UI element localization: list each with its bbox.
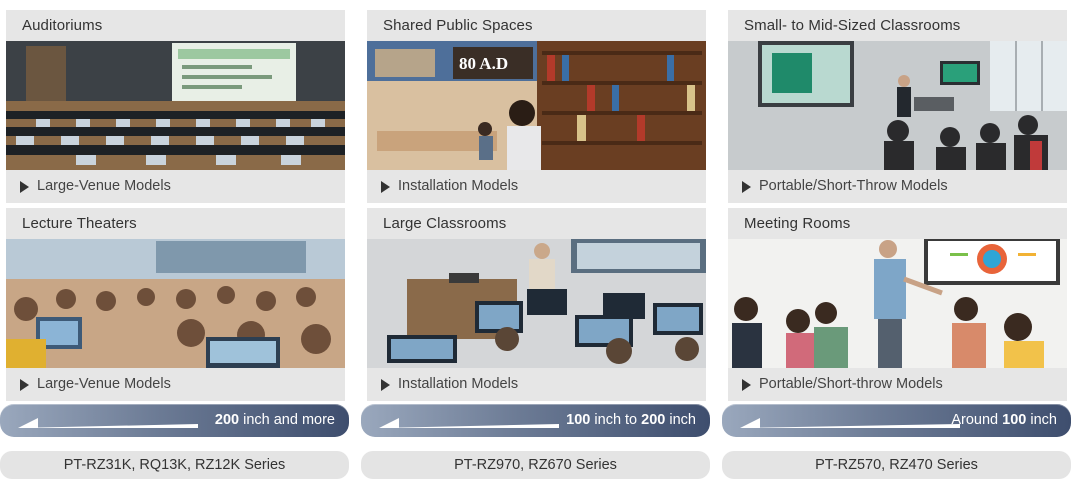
link-label: Portable/Short-Throw Models bbox=[759, 178, 948, 194]
play-arrow-icon bbox=[381, 180, 390, 193]
small-classroom-photo bbox=[728, 41, 1067, 170]
card-large-classrooms: Large Classrooms Installation Models bbox=[367, 208, 706, 401]
card-title: Auditoriums bbox=[22, 17, 103, 34]
link-label: Portable/Short-throw Models bbox=[759, 376, 943, 392]
size-wedge-icon bbox=[18, 418, 198, 428]
card-lecture-theaters: Lecture Theaters Large-Venue Models bbox=[6, 208, 345, 401]
link-label: Installation Models bbox=[398, 376, 519, 392]
series-label[interactable]: PT-RZ970, RZ670 Series bbox=[361, 451, 710, 479]
card-small-mid-classrooms: Small- to Mid-Sized Classrooms Portable/… bbox=[728, 10, 1067, 203]
column-installation: Shared Public Spaces 80 A.D Installation… bbox=[367, 10, 706, 406]
card-auditoriums: Auditoriums Large-Venue Models bbox=[6, 10, 345, 203]
size-wedge-icon bbox=[740, 418, 960, 428]
card-title: Small- to Mid-Sized Classrooms bbox=[744, 17, 961, 34]
screen-size-bar: Around 100 inch bbox=[722, 404, 1071, 437]
portable-short-throw-models-link[interactable]: Portable/Short-throw Models bbox=[728, 368, 1067, 401]
card-title: Lecture Theaters bbox=[22, 215, 137, 232]
play-arrow-icon bbox=[742, 378, 751, 391]
card-meeting-rooms: Meeting Rooms Portable/Short-throw Model… bbox=[728, 208, 1067, 401]
size-wedge-icon bbox=[379, 418, 559, 428]
portable-short-throw-models-link[interactable]: Portable/Short-Throw Models bbox=[728, 170, 1067, 203]
link-label: Large-Venue Models bbox=[37, 376, 171, 392]
large-venue-models-link[interactable]: Large-Venue Models bbox=[6, 170, 345, 203]
series-label[interactable]: PT-RZ570, RZ470 Series bbox=[722, 451, 1071, 479]
play-arrow-icon bbox=[742, 180, 751, 193]
large-classroom-photo bbox=[367, 239, 706, 368]
play-arrow-icon bbox=[20, 180, 29, 193]
screen-size-label: 200 inch and more bbox=[214, 412, 335, 428]
large-venue-models-link[interactable]: Large-Venue Models bbox=[6, 368, 345, 401]
public-space-photo: 80 A.D bbox=[367, 41, 706, 170]
card-shared-public-spaces: Shared Public Spaces 80 A.D Installation… bbox=[367, 10, 706, 203]
screen-size-label: 100 inch to 200 inch bbox=[566, 412, 696, 428]
screen-size-label: Around 100 inch bbox=[951, 412, 1057, 428]
play-arrow-icon bbox=[381, 378, 390, 391]
lecture-theater-photo bbox=[6, 239, 345, 368]
link-label: Large-Venue Models bbox=[37, 178, 171, 194]
series-label[interactable]: PT-RZ31K, RQ13K, RZ12K Series bbox=[0, 451, 349, 479]
card-title: Large Classrooms bbox=[383, 215, 507, 232]
screen-size-bar: 100 inch to 200 inch bbox=[361, 404, 710, 437]
column-large-venue: Auditoriums Large-Venue Models Lecture T… bbox=[6, 10, 345, 406]
meeting-room-photo bbox=[728, 239, 1067, 368]
card-title: Meeting Rooms bbox=[744, 215, 851, 232]
play-arrow-icon bbox=[20, 378, 29, 391]
screen-size-bar: 200 inch and more bbox=[0, 404, 349, 437]
auditorium-photo bbox=[6, 41, 345, 170]
column-portable: Small- to Mid-Sized Classrooms Portable/… bbox=[728, 10, 1067, 406]
installation-models-link[interactable]: Installation Models bbox=[367, 368, 706, 401]
link-label: Installation Models bbox=[398, 178, 519, 194]
screen-caption: 80 A.D bbox=[459, 54, 508, 73]
installation-models-link[interactable]: Installation Models bbox=[367, 170, 706, 203]
card-title: Shared Public Spaces bbox=[383, 17, 533, 34]
